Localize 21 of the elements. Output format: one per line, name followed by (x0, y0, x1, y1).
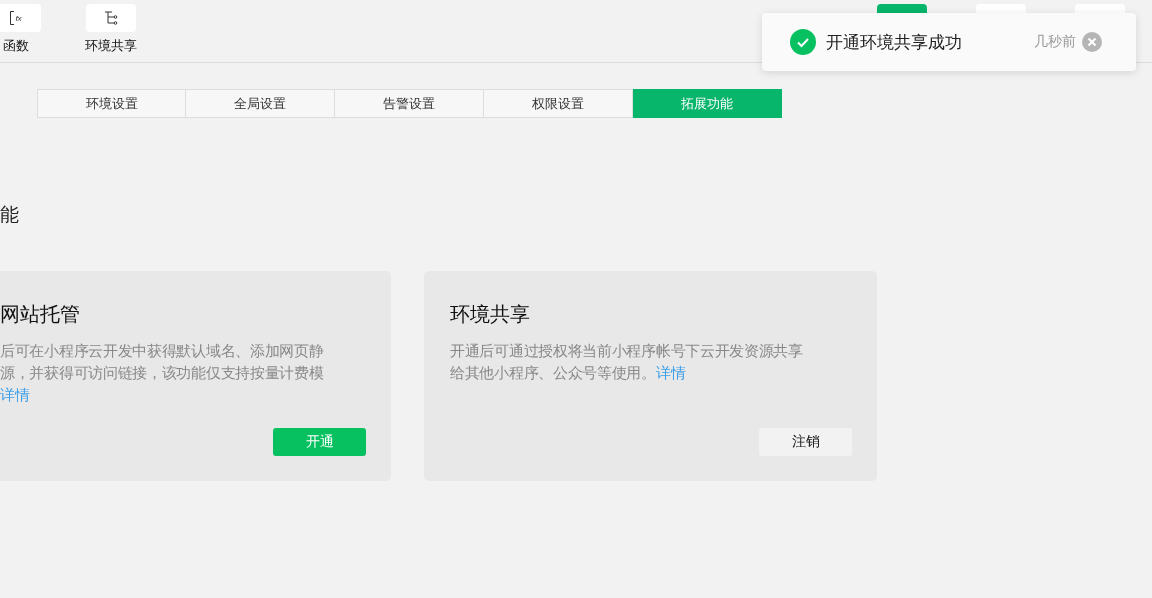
tab[interactable]: 权限设置 (484, 89, 633, 118)
toolbar-button[interactable] (86, 4, 136, 32)
card-description: 后可在小程序云开发中获得默认域名、添加网页静 源，并获得可访问链接，该功能仅支持按量计费模 详情 (0, 342, 325, 405)
section-title: 能 (0, 202, 20, 227)
card-button[interactable]: 注销 (759, 428, 852, 456)
card-title: 环境共享 (450, 301, 531, 328)
card-description: 开通后可通过授权将当前小程序帐号下云开发资源共享 给其他小程序、公众号等使用。详情 (450, 342, 804, 383)
tab[interactable]: 全局设置 (186, 89, 335, 118)
card-title: 网站托管 (0, 301, 81, 328)
toast-time: 几秒前 (1034, 33, 1076, 51)
close-icon[interactable] (1082, 32, 1102, 52)
fx-glyph: fx (15, 13, 22, 23)
branch-icon (104, 11, 118, 25)
toolbar-label: 环境共享 (85, 37, 137, 55)
bracket-icon (10, 11, 15, 25)
tab[interactable]: 告警设置 (335, 89, 484, 118)
toolbar-button[interactable]: fx (0, 4, 41, 32)
toast-message: 开通环境共享成功 (826, 30, 962, 54)
toolbar-label: 函数 (3, 37, 29, 55)
success-icon (790, 29, 816, 55)
tab[interactable]: 环境设置 (37, 89, 186, 118)
